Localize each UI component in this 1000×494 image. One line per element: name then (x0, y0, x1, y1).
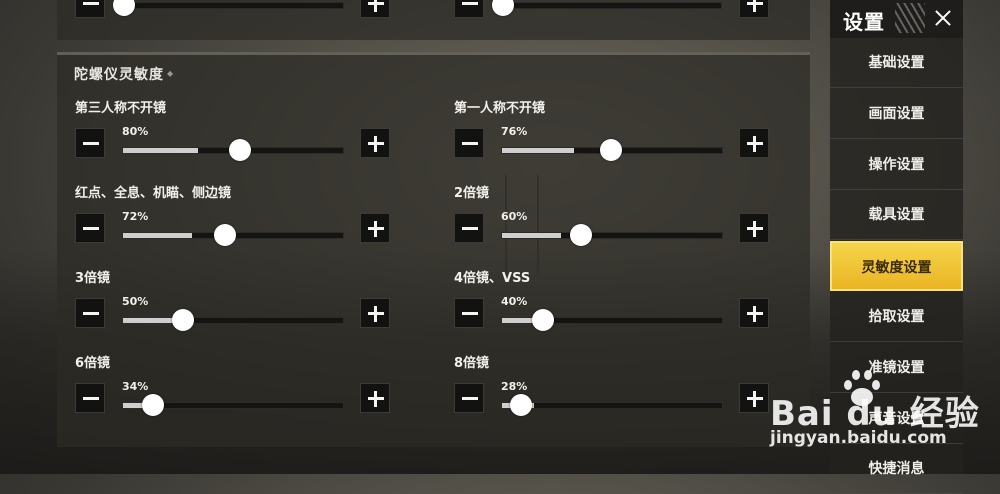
slider-7-label: 6倍镜 (75, 356, 111, 371)
sidebar-item-1[interactable]: 基础设置 (830, 38, 963, 88)
plus-icon-v (374, 136, 377, 152)
baidu-watermark: Bai du 经验 jingyan.baidu.com (770, 370, 1000, 474)
slider-2-knob[interactable] (600, 139, 622, 161)
top-right-slider-track[interactable] (500, 2, 722, 9)
slider-8-track[interactable] (501, 402, 723, 409)
header-stripes-decoration (895, 3, 925, 33)
slider-3-minus-button[interactable] (75, 213, 105, 243)
slider-5-minus-button[interactable] (75, 298, 105, 328)
slider-6-percent: 40% (501, 295, 528, 308)
plus-icon-v (753, 391, 756, 407)
slider-2-fill (502, 148, 574, 153)
slider-5-fill (123, 318, 173, 323)
slider-3-plus-button[interactable] (360, 213, 390, 243)
top-right-plus-button[interactable] (739, 0, 769, 18)
slider-6-label: 4倍镜、VSS (454, 271, 531, 286)
minus-icon (83, 397, 99, 400)
slider-1-minus-button[interactable] (75, 128, 105, 158)
slider-5-track[interactable] (122, 317, 344, 324)
sidebar-title: 设置 (843, 10, 885, 34)
minus-icon (83, 142, 99, 145)
slider-4-track[interactable] (501, 232, 723, 239)
section-title: 陀螺仪灵敏度 (74, 67, 164, 83)
slider-3-fill (123, 233, 192, 238)
plus-icon-v (374, 221, 377, 237)
minus-icon (83, 312, 99, 315)
slider-1-label: 第三人称不开镜 (75, 101, 167, 116)
minus-icon (462, 142, 478, 145)
slider-8-knob[interactable] (510, 394, 532, 416)
minus-icon (462, 397, 478, 400)
sidebar-item-2[interactable]: 画面设置 (830, 89, 963, 139)
slider-1-plus-button[interactable] (360, 128, 390, 158)
minus-icon (83, 227, 99, 230)
sidebar-item-6[interactable]: 拾取设置 (830, 292, 963, 342)
slider-7-plus-button[interactable] (360, 383, 390, 413)
slider-5-label: 3倍镜 (75, 271, 111, 286)
top-right-minus-button[interactable] (454, 0, 484, 18)
slider-4-plus-button[interactable] (739, 213, 769, 243)
slider-1-percent: 80% (122, 125, 149, 138)
plus-icon-v (753, 221, 756, 237)
sidebar-item-5[interactable]: 灵敏度设置 (830, 241, 963, 291)
slider-4-minus-button[interactable] (454, 213, 484, 243)
slider-2-label: 第一人称不开镜 (454, 101, 546, 116)
slider-2-minus-button[interactable] (454, 128, 484, 158)
slider-4-label: 2倍镜 (454, 186, 490, 201)
slider-1-fill (123, 148, 198, 153)
section-dot-icon: ◆ (167, 69, 174, 78)
top-left-slider-track[interactable] (122, 2, 344, 9)
slider-7-knob[interactable] (142, 394, 164, 416)
slider-8-plus-button[interactable] (739, 383, 769, 413)
slider-6-knob[interactable] (532, 309, 554, 331)
slider-6-plus-button[interactable] (739, 298, 769, 328)
minus-icon (462, 312, 478, 315)
slider-7-minus-button[interactable] (75, 383, 105, 413)
slider-7-percent: 34% (122, 380, 149, 393)
sidebar-item-3[interactable]: 操作设置 (830, 140, 963, 190)
top-left-minus-button[interactable] (75, 0, 105, 18)
slider-8-percent: 28% (501, 380, 528, 393)
minus-icon (462, 227, 478, 230)
sidebar-item-4[interactable]: 载具设置 (830, 190, 963, 240)
slider-3-knob[interactable] (214, 224, 236, 246)
slider-4-fill (502, 233, 561, 238)
slider-5-plus-button[interactable] (360, 298, 390, 328)
plus-icon-v (753, 136, 756, 152)
close-icon[interactable] (925, 3, 961, 33)
slider-4-percent: 60% (501, 210, 528, 223)
slider-1-knob[interactable] (229, 139, 251, 161)
watermark-url: jingyan.baidu.com (770, 428, 947, 448)
slider-3-percent: 72% (122, 210, 149, 223)
plus-icon-v (374, 391, 377, 407)
slider-5-percent: 50% (122, 295, 149, 308)
plus-icon-v (374, 306, 377, 322)
slider-3-label: 红点、全息、机瞄、侧边镜 (75, 186, 232, 201)
slider-2-percent: 76% (501, 125, 528, 138)
slider-5-knob[interactable] (172, 309, 194, 331)
slider-2-plus-button[interactable] (739, 128, 769, 158)
plus-icon-v (753, 306, 756, 322)
slider-8-label: 8倍镜 (454, 356, 490, 371)
top-left-plus-button[interactable] (360, 0, 390, 18)
gyro-sensitivity-panel (57, 52, 810, 447)
slider-8-minus-button[interactable] (454, 383, 484, 413)
slider-4-knob[interactable] (570, 224, 592, 246)
slider-6-minus-button[interactable] (454, 298, 484, 328)
